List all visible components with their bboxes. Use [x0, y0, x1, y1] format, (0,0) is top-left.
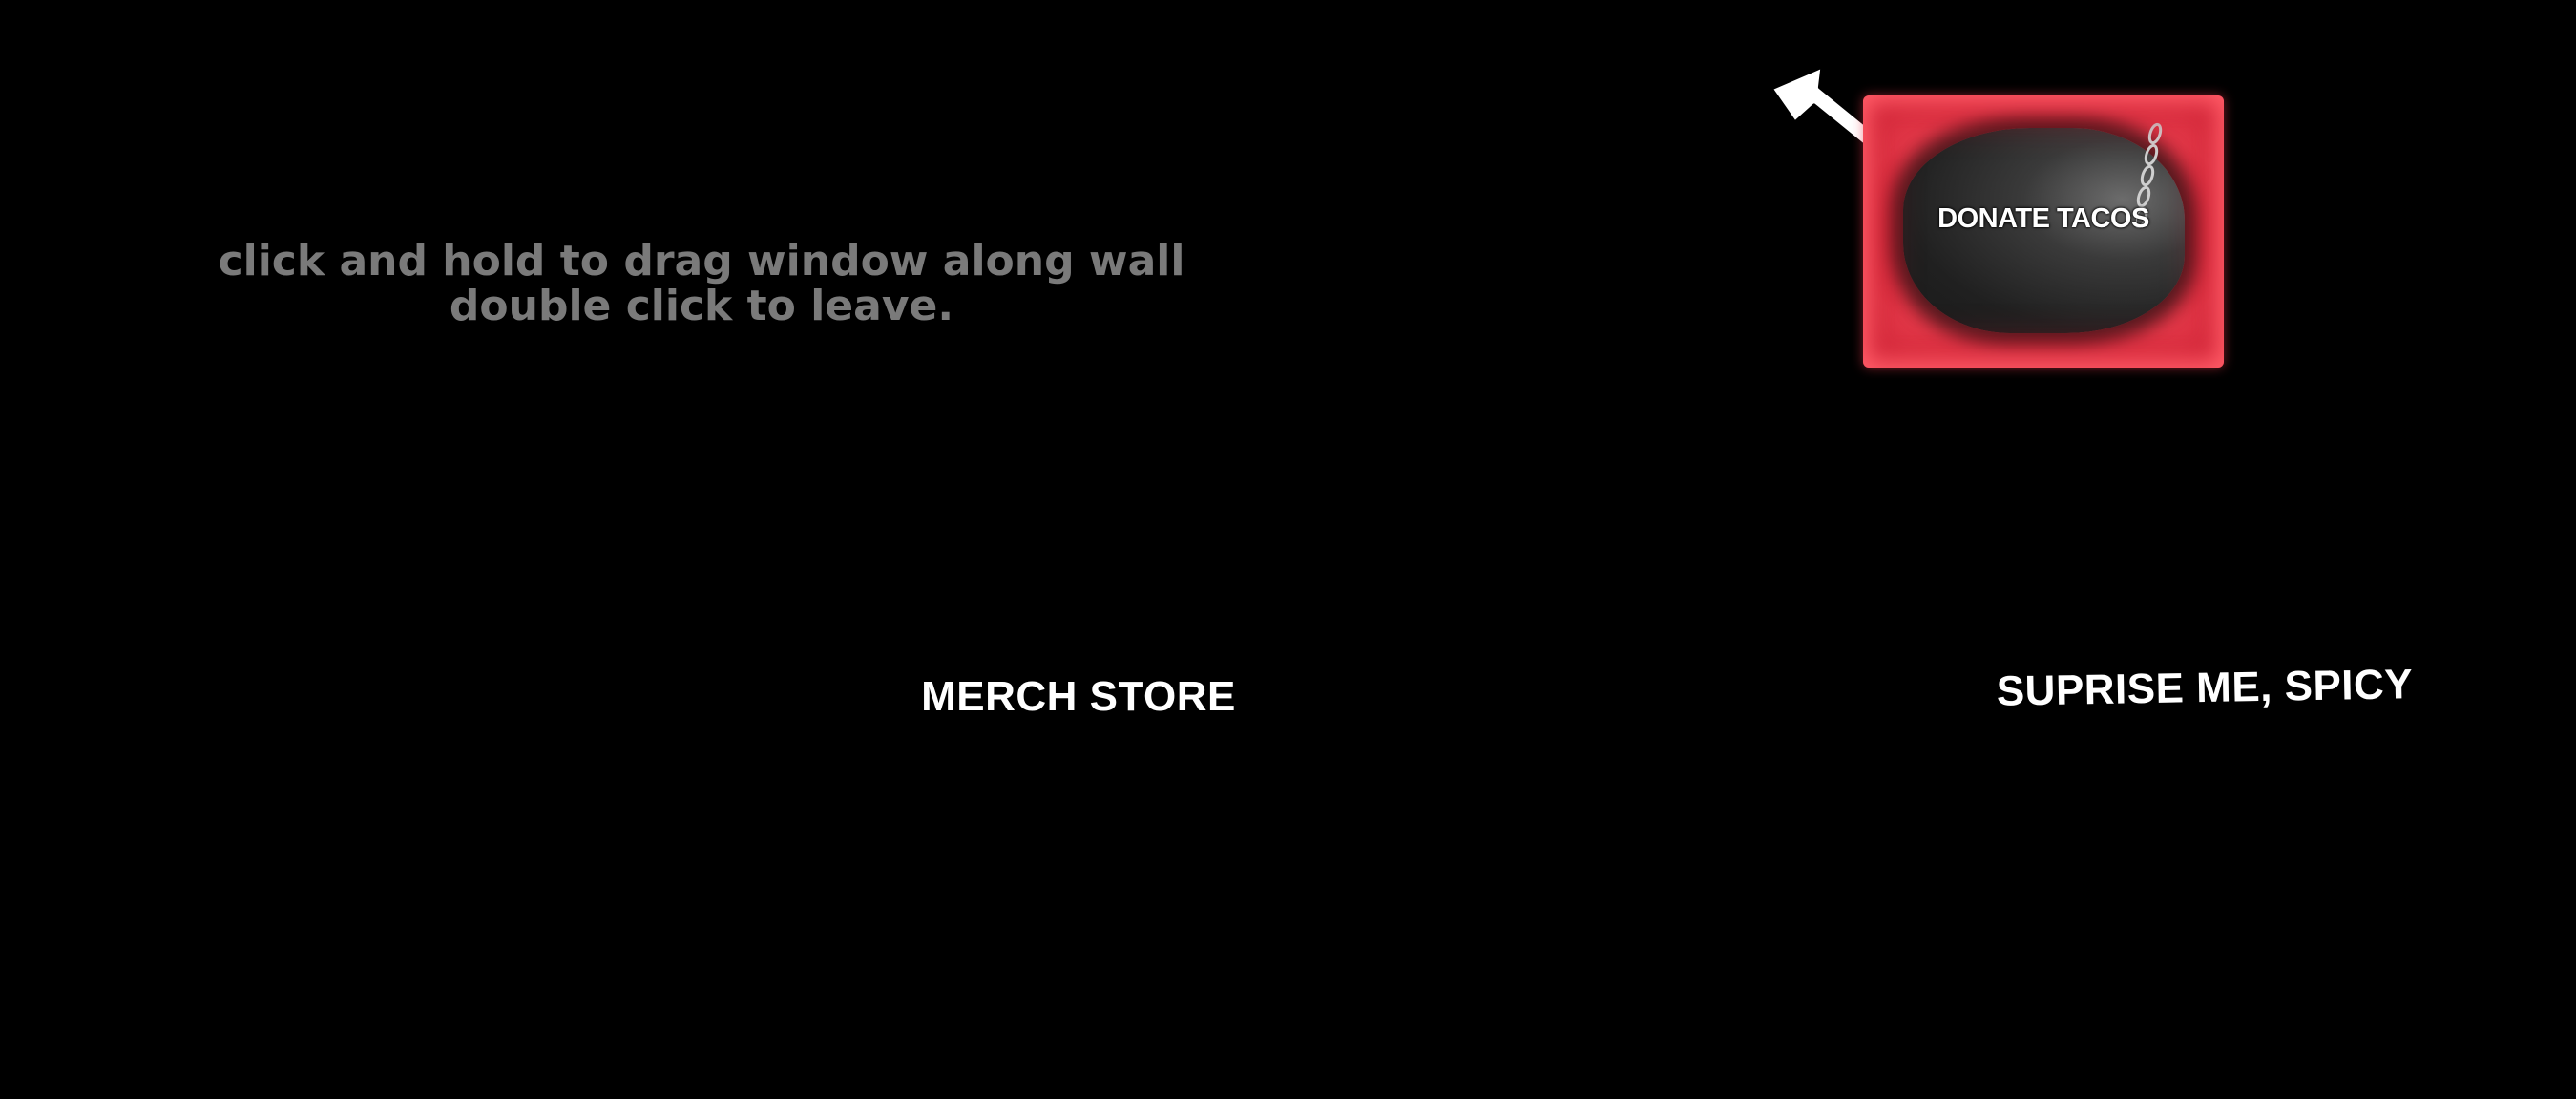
- instructions-line-leave: double click to leave.: [449, 282, 954, 330]
- wall-canvas[interactable]: click and hold to drag window along wall…: [0, 0, 2576, 1099]
- donate-tacos-label: DONATE TACOS: [1937, 203, 2149, 234]
- instructions-line-drag: click and hold to drag window along wall: [218, 237, 1185, 285]
- donate-tacos-button[interactable]: DONATE TACOS: [1863, 95, 2224, 368]
- suprise-me-spicy-link[interactable]: SUPRISE ME, SPICY: [1995, 661, 2416, 716]
- instructions-text: click and hold to drag window along wall…: [172, 239, 1231, 328]
- merch-store-link[interactable]: MERCH STORE: [916, 673, 1241, 721]
